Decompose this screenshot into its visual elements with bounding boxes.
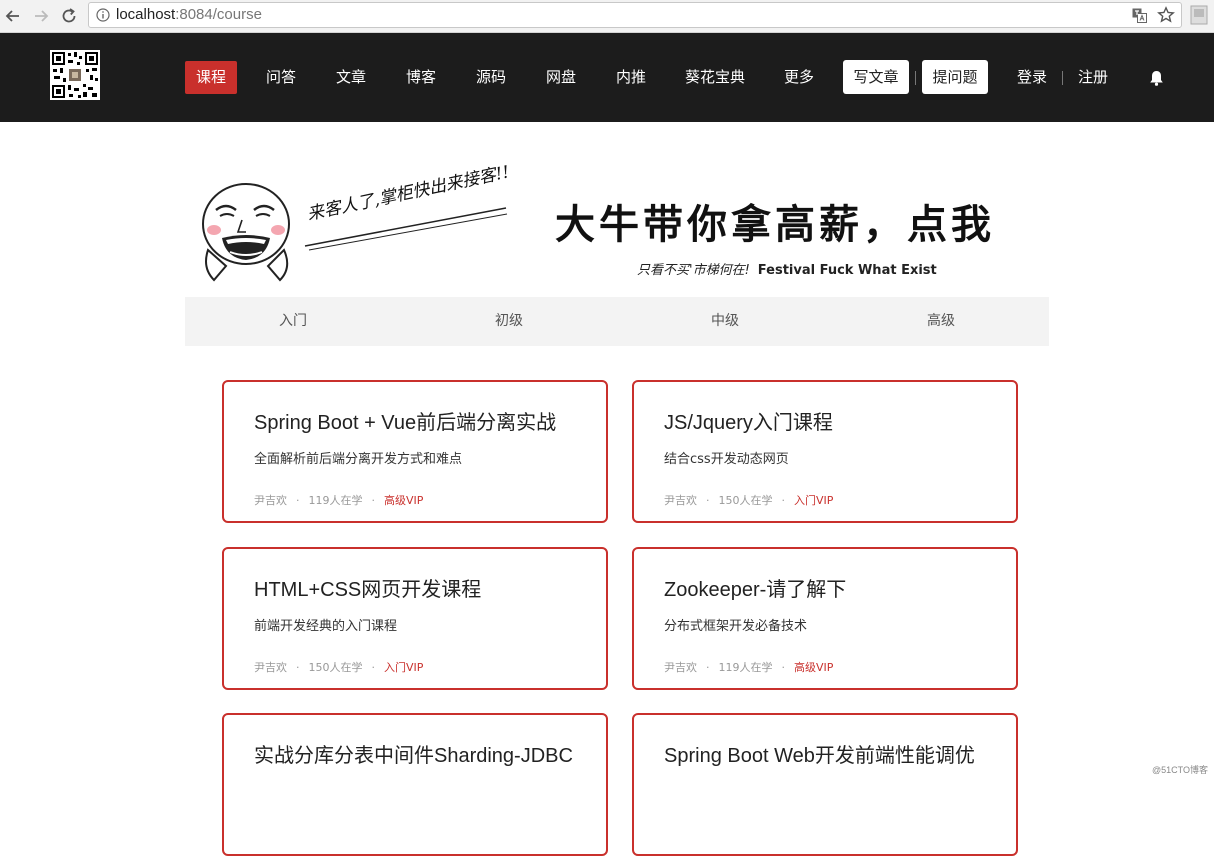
login-link[interactable]: 登录 (1012, 61, 1052, 94)
course-title[interactable]: HTML+CSS网页开发课程 (254, 573, 481, 602)
forward-arrow-icon[interactable] (32, 7, 50, 25)
slogan-underline (304, 207, 508, 251)
course-description: 分布式框架开发必备技术 (664, 619, 808, 634)
promo-banner[interactable]: 来客人了,掌柜快出来接客!! 大牛带你拿高薪，点我 只看不买'市梯何在! Fest… (185, 122, 1049, 297)
course-meta: 尹吉欢 · 119人在学 · 高级VIP (254, 492, 423, 508)
tab-elementary[interactable]: 初级 (401, 297, 617, 346)
course-title[interactable]: Spring Boot + Vue前后端分离实战 (254, 406, 556, 435)
divider (1062, 71, 1063, 85)
level-tabs: 入门 初级 中级 高级 (185, 297, 1049, 346)
course-vip-badge: 入门VIP (384, 661, 424, 674)
browser-toolbar: localhost:8084/course (0, 0, 1214, 33)
url-text[interactable]: localhost:8084/course (116, 7, 262, 23)
course-vip-badge: 入门VIP (794, 494, 834, 507)
nav-qa[interactable]: 问答 (259, 61, 303, 94)
course-card[interactable]: Zookeeper-请了解下 分布式框架开发必备技术 尹吉欢 · 119人在学 · 高级… (632, 547, 1018, 690)
course-card[interactable]: HTML+CSS网页开发课程 前端开发经典的入门课程 尹吉欢 · 150人在学 · 入门… (222, 547, 608, 690)
meta-separator: · (296, 494, 300, 507)
course-students: 150人在学 (718, 494, 773, 507)
banner-subtitle-en: Festival Fuck What Exist (757, 263, 937, 278)
course-card[interactable]: JS/Jquery入门课程 结合css开发动态网页 尹吉欢 · 150人在学 · 入门V… (632, 380, 1018, 523)
divider (915, 71, 916, 85)
nav-course[interactable]: 课程 (185, 61, 237, 94)
meta-separator: · (781, 494, 786, 507)
nav-articles[interactable]: 文章 (329, 61, 373, 94)
nav-source[interactable]: 源码 (469, 61, 513, 94)
course-meta: 尹吉欢 · 119人在学 · 高级VIP (664, 659, 833, 675)
course-description: 全面解析前后端分离开发方式和难点 (254, 452, 463, 467)
course-title[interactable]: JS/Jquery入门课程 (664, 406, 833, 435)
course-author: 尹吉欢 (254, 494, 287, 507)
write-article-button[interactable]: 写文章 (843, 60, 909, 94)
nav-handbook[interactable]: 葵花宝典 (682, 61, 748, 94)
address-bar[interactable]: localhost:8084/course (88, 2, 1182, 28)
meta-separator: · (371, 661, 376, 674)
nav-netdisk[interactable]: 网盘 (539, 61, 583, 94)
course-description: 前端开发经典的入门课程 (254, 619, 398, 634)
url-host: localhost (116, 6, 176, 23)
tab-advanced[interactable]: 高级 (833, 297, 1049, 346)
course-card[interactable]: Spring Boot Web开发前端性能调优 (632, 713, 1018, 856)
watermark: @51CTO博客 (1152, 765, 1208, 775)
site-header: 课程 问答 文章 博客 源码 网盘 内推 葵花宝典 更多 写文章 提问题 登录 … (0, 33, 1214, 122)
info-icon[interactable] (96, 8, 110, 22)
translate-icon[interactable] (1132, 8, 1147, 23)
back-arrow-icon[interactable] (4, 7, 22, 25)
course-author: 尹吉欢 (664, 494, 697, 507)
course-card[interactable]: 实战分库分表中间件Sharding-JDBC (222, 713, 608, 856)
course-students: 119人在学 (308, 494, 363, 507)
banner-subtitle-cn: 只看不买'市梯何在! (637, 263, 750, 278)
meta-separator: · (706, 494, 710, 507)
bell-icon[interactable] (1149, 70, 1164, 86)
qr-code-logo[interactable] (50, 50, 100, 100)
meme-face-illustration (202, 183, 290, 282)
nav-referral[interactable]: 内推 (609, 61, 653, 94)
course-title[interactable]: Zookeeper-请了解下 (664, 573, 846, 602)
banner-subtitle: 只看不买'市梯何在! Festival Fuck What Exist (637, 259, 937, 278)
nav-blog[interactable]: 博客 (399, 61, 443, 94)
course-meta: 尹吉欢 · 150人在学 · 入门VIP (664, 492, 833, 508)
reload-icon[interactable] (60, 7, 78, 25)
course-vip-badge: 高级VIP (794, 661, 834, 674)
course-author: 尹吉欢 (254, 661, 287, 674)
register-link[interactable]: 注册 (1073, 61, 1113, 94)
banner-title: 大牛带你拿高薪，点我 (555, 201, 995, 248)
meta-separator: · (371, 494, 376, 507)
meta-separator: · (706, 661, 710, 674)
course-students: 150人在学 (308, 661, 363, 674)
course-card[interactable]: Spring Boot + Vue前后端分离实战 全面解析前后端分离开发方式和难… (222, 380, 608, 523)
course-vip-badge: 高级VIP (384, 494, 424, 507)
tab-intermediate[interactable]: 中级 (617, 297, 833, 346)
bookmark-star-icon[interactable] (1157, 6, 1175, 24)
course-students: 119人在学 (718, 661, 773, 674)
nav-more[interactable]: 更多 (777, 61, 821, 94)
meta-separator: · (781, 661, 786, 674)
tab-beginner[interactable]: 入门 (185, 297, 401, 346)
meta-separator: · (296, 661, 300, 674)
course-description: 结合css开发动态网页 (664, 452, 789, 467)
ask-question-button[interactable]: 提问题 (922, 60, 988, 94)
course-author: 尹吉欢 (664, 661, 697, 674)
course-meta: 尹吉欢 · 150人在学 · 入门VIP (254, 659, 423, 675)
course-title[interactable]: Spring Boot Web开发前端性能调优 (664, 739, 975, 768)
course-title[interactable]: 实战分库分表中间件Sharding-JDBC (254, 739, 573, 768)
url-path: :8084/course (175, 6, 262, 23)
extension-icon[interactable] (1190, 5, 1208, 25)
